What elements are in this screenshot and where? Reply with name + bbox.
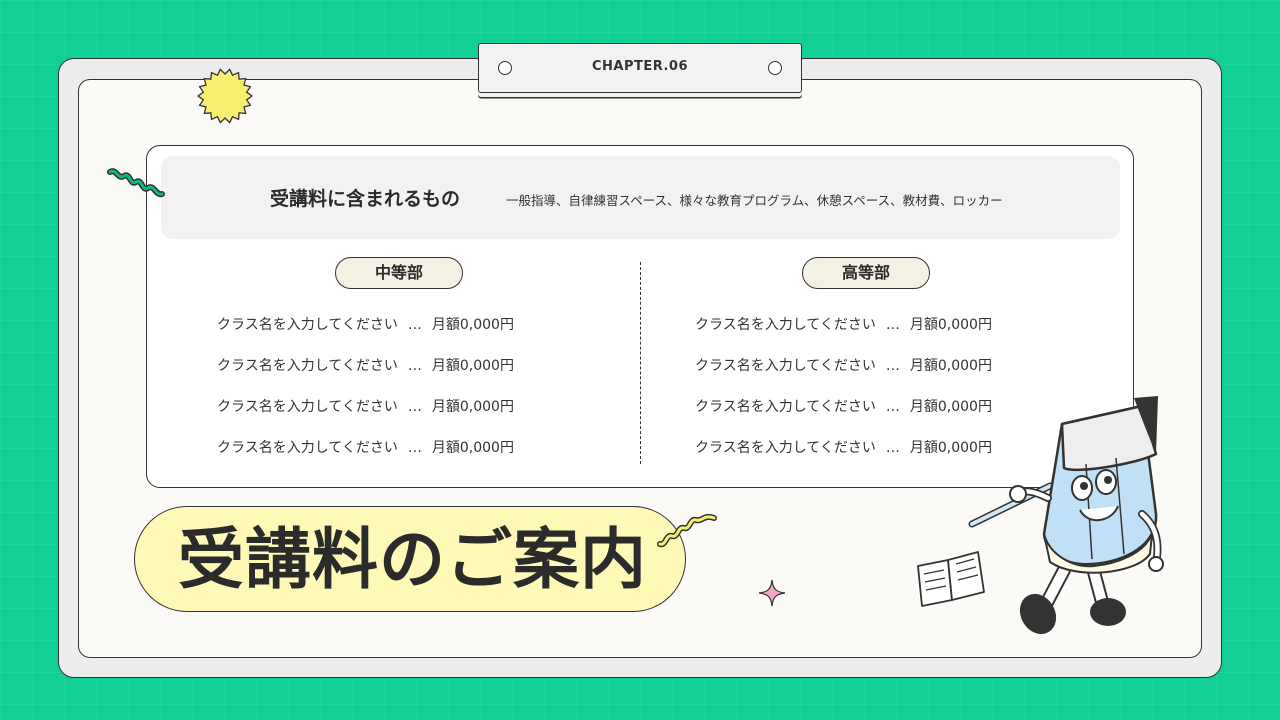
class-price: 月額0,000円 [431, 399, 514, 415]
list-item: クラス名を入力してください … 月額0,000円 [217, 396, 514, 437]
column-divider [640, 262, 641, 464]
list-item: クラス名を入力してください … 月額0,000円 [217, 437, 514, 478]
class-name: クラス名を入力してください [695, 399, 876, 415]
class-name: クラス名を入力してください [695, 358, 876, 374]
squiggle-icon [657, 513, 717, 548]
division-pill-middle: 中等部 [335, 257, 463, 289]
list-item: クラス名を入力してください … 月額0,000円 [217, 355, 514, 396]
separator: … [885, 358, 900, 374]
tab-hole-right [768, 61, 782, 75]
list-item: クラス名を入力してください… 月額0,000円 [695, 437, 992, 478]
separator: … [407, 399, 422, 415]
class-name: クラス名を入力してください [695, 317, 876, 333]
list-item: クラス名を入力してください … 月額0,000円 [217, 314, 514, 355]
class-name: クラス名を入力してください [217, 399, 398, 415]
included-title: 受講料に含まれるもの [270, 188, 461, 210]
class-name: クラス名を入力してください [217, 440, 398, 456]
division-pill-high: 高等部 [802, 257, 930, 289]
class-list-high: クラス名を入力してください … 月額0,000円 クラス名を入力してください … 月額0… [695, 314, 992, 478]
pencil-mascot-icon [968, 396, 1164, 635]
separator: … [407, 358, 422, 374]
separator: … [885, 399, 900, 415]
chapter-label: CHAPTER.06 [591, 59, 689, 74]
class-price: 月額0,000円 [909, 317, 992, 333]
page-title: 受講料のご案内 [178, 521, 647, 598]
sparkle-icon [758, 579, 786, 607]
class-name: クラス名を入力してください [217, 317, 398, 333]
chapter-tab: CHAPTER.06 [478, 43, 802, 93]
included-items: 一般指導、自律練習スペース、様々な教育プログラム、休憩スペース、教材費、ロッカー [506, 193, 1003, 208]
list-item: クラス名を入力してください… 月額0,000円 [695, 396, 992, 437]
class-list-middle: クラス名を入力してください … 月額0,000円 クラス名を入力してください … 月額0… [217, 314, 514, 478]
separator: … [407, 317, 422, 333]
class-name: クラス名を入力してください [217, 358, 398, 374]
separator: … [885, 440, 900, 456]
list-item: クラス名を入力してください … 月額0,000円 [695, 355, 992, 396]
class-price: 月額0,000円 [909, 358, 992, 374]
separator: … [407, 440, 422, 456]
class-price: 月額0,000円 [431, 440, 514, 456]
class-price: 月額0,000円 [431, 358, 514, 374]
sun-sticker-icon [196, 68, 254, 124]
class-price: 月額0,000円 [431, 317, 514, 333]
class-name: クラス名を入力してください [695, 440, 876, 456]
separator: … [885, 317, 900, 333]
squiggle-icon [107, 168, 165, 198]
list-item: クラス名を入力してください … 月額0,000円 [695, 314, 992, 355]
